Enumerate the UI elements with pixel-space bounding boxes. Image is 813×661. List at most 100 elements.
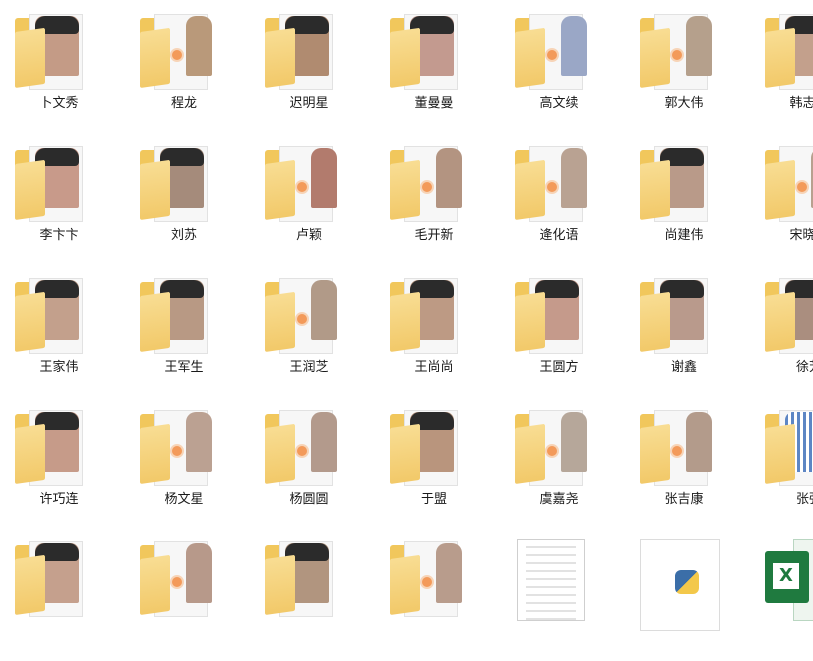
file-name-label: 宋晓洁 <box>789 228 813 243</box>
folder-front-icon <box>640 27 670 88</box>
doc-line <box>526 546 576 548</box>
file-name-label: 董曼曼 <box>414 96 454 111</box>
folder-badge-icon <box>295 312 309 326</box>
file-name-label: 刘苏 <box>170 228 197 243</box>
file-item[interactable]: 尚建伟 <box>635 138 745 266</box>
file-item[interactable]: 王家伟 <box>10 270 120 398</box>
item-thumbnail <box>640 276 718 354</box>
file-item[interactable]: 张吉康 <box>635 402 745 530</box>
python-logo-icon <box>675 570 699 594</box>
excel-x-glyph: X <box>773 563 799 589</box>
file-item[interactable]: 张强 <box>760 402 813 530</box>
file-item[interactable] <box>385 533 495 661</box>
folder-front-icon <box>15 159 45 220</box>
file-name-label: 卢颖 <box>295 228 322 243</box>
file-item[interactable]: 毛开新 <box>385 138 495 266</box>
folder-front-icon <box>640 291 670 352</box>
folder-front-icon <box>140 159 170 220</box>
item-thumbnail <box>265 144 343 222</box>
file-item[interactable]: 王圆方 <box>510 270 620 398</box>
folder-badge-icon <box>420 575 434 589</box>
doc-line <box>526 602 576 604</box>
file-item[interactable]: 迟明星 <box>260 6 370 134</box>
file-item[interactable]: 宋晓洁 <box>760 138 813 266</box>
file-item[interactable]: 许巧连 <box>10 402 120 530</box>
file-item[interactable]: X <box>760 533 813 661</box>
file-name-label: 王家伟 <box>39 360 79 375</box>
file-item[interactable]: 董曼曼 <box>385 6 495 134</box>
folder-front-icon <box>515 159 545 220</box>
item-thumbnail <box>265 408 343 486</box>
doc-line <box>526 618 576 620</box>
file-item[interactable]: 王尚尚 <box>385 270 495 398</box>
item-thumbnail <box>640 408 718 486</box>
folder-front-icon <box>765 27 795 88</box>
item-thumbnail <box>640 12 718 90</box>
folder-front-icon <box>265 291 295 352</box>
folder-front-icon <box>515 27 545 88</box>
folder-badge-icon <box>545 180 559 194</box>
folder-front-icon <box>390 159 420 220</box>
file-name-label: 卜文秀 <box>39 96 79 111</box>
folder-front-icon <box>15 554 45 615</box>
file-item[interactable]: 逄化语 <box>510 138 620 266</box>
folder-front-icon <box>140 291 170 352</box>
doc-line <box>526 610 576 612</box>
folder-badge-icon <box>795 180 809 194</box>
file-name-label: 于盟 <box>420 492 447 507</box>
folder-badge-icon <box>545 444 559 458</box>
file-item[interactable]: 卢颖 <box>260 138 370 266</box>
item-thumbnail <box>390 276 468 354</box>
doc-line <box>526 554 576 556</box>
item-thumbnail <box>390 539 468 617</box>
file-item[interactable] <box>10 533 120 661</box>
doc-line <box>526 586 576 588</box>
item-thumbnail <box>765 12 813 90</box>
item-thumbnail <box>140 276 218 354</box>
file-item[interactable]: 王军生 <box>135 270 245 398</box>
item-thumbnail <box>140 144 218 222</box>
file-item[interactable]: 杨文星 <box>135 402 245 530</box>
item-thumbnail <box>265 12 343 90</box>
file-item[interactable]: 李卞卞 <box>10 138 120 266</box>
folder-front-icon <box>140 27 170 88</box>
file-name-label: 毛开新 <box>414 228 454 243</box>
item-thumbnail <box>15 408 93 486</box>
item-thumbnail <box>390 144 468 222</box>
file-item[interactable]: 王润芝 <box>260 270 370 398</box>
file-item[interactable]: 卜文秀 <box>10 6 120 134</box>
file-item[interactable]: 郭大伟 <box>635 6 745 134</box>
file-item[interactable]: 高文续 <box>510 6 620 134</box>
item-thumbnail <box>515 12 593 90</box>
item-thumbnail <box>640 144 718 222</box>
file-item[interactable]: 于盟 <box>385 402 495 530</box>
file-item[interactable] <box>510 533 620 661</box>
file-item[interactable] <box>260 533 370 661</box>
item-thumbnail <box>765 408 813 486</box>
folder-badge-icon <box>170 444 184 458</box>
folder-front-icon <box>515 291 545 352</box>
folder-photo-thumbnail <box>311 412 337 472</box>
file-item[interactable] <box>135 533 245 661</box>
file-item[interactable]: 刘苏 <box>135 138 245 266</box>
item-thumbnail <box>515 276 593 354</box>
folder-photo-thumbnail <box>186 412 212 472</box>
file-item[interactable] <box>635 533 745 661</box>
item-thumbnail <box>15 276 93 354</box>
folder-front-icon <box>15 291 45 352</box>
file-name-label: 高文续 <box>539 96 579 111</box>
file-item[interactable]: 徐芳 <box>760 270 813 398</box>
folder-front-icon <box>140 554 170 615</box>
folder-badge-icon <box>170 575 184 589</box>
file-item[interactable]: 虞嘉尧 <box>510 402 620 530</box>
folder-badge-icon <box>170 48 184 62</box>
folder-badge-icon <box>670 48 684 62</box>
folder-photo-thumbnail <box>561 16 587 76</box>
file-item[interactable]: 谢鑫 <box>635 270 745 398</box>
file-item[interactable]: 杨圆圆 <box>260 402 370 530</box>
file-item[interactable]: 韩志杰 <box>760 6 813 134</box>
file-item[interactable]: 程龙 <box>135 6 245 134</box>
item-thumbnail <box>765 144 813 222</box>
file-name-label: 徐芳 <box>795 360 813 375</box>
item-thumbnail <box>265 539 343 617</box>
